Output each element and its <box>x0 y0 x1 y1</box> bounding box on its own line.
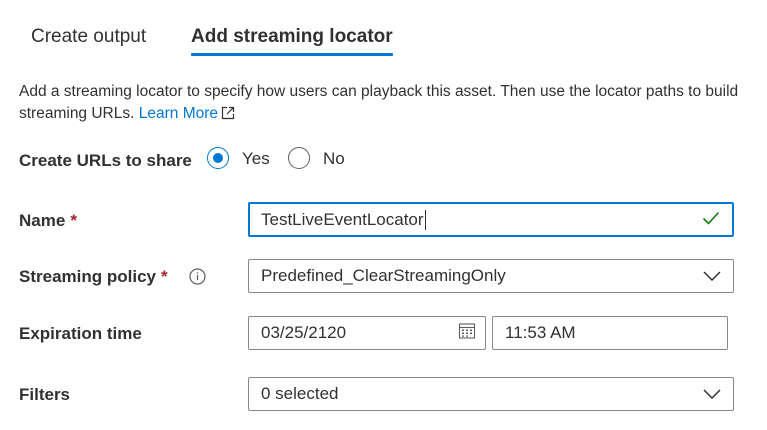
streaming-policy-value: Predefined_ClearStreamingOnly <box>261 266 506 285</box>
info-icon[interactable] <box>189 268 206 290</box>
external-link-icon <box>221 105 235 127</box>
create-urls-label: Create URLs to share <box>19 151 192 170</box>
description: Add a streaming locator to specify how u… <box>19 81 739 127</box>
radio-yes[interactable] <box>207 147 229 169</box>
required-marker: * <box>160 267 168 286</box>
expiration-date-input[interactable]: 03/25/2120 <box>248 316 486 350</box>
name-input[interactable]: TestLiveEventLocator <box>248 202 734 237</box>
chevron-down-icon <box>703 384 721 404</box>
filters-value: 0 selected <box>261 384 339 403</box>
text-caret <box>424 209 426 230</box>
tab-create-output[interactable]: Create output <box>31 24 146 54</box>
radio-no-label[interactable]: No <box>323 149 345 169</box>
expiration-time-input[interactable]: 11:53 AM <box>492 316 728 350</box>
filters-dropdown[interactable]: 0 selected <box>248 377 734 411</box>
description-text: Add a streaming locator to specify how u… <box>19 83 739 122</box>
name-label: Name * <box>19 211 77 230</box>
radio-yes-label[interactable]: Yes <box>242 149 270 169</box>
name-input-value: TestLiveEventLocator <box>261 209 424 229</box>
expiration-time-value: 11:53 AM <box>505 323 576 342</box>
learn-more-link[interactable]: Learn More <box>139 105 235 122</box>
calendar-icon[interactable] <box>458 322 476 345</box>
filters-label: Filters <box>19 385 71 404</box>
streaming-policy-dropdown[interactable]: Predefined_ClearStreamingOnly <box>248 259 734 293</box>
radio-no[interactable] <box>288 147 310 169</box>
expiration-date-value: 03/25/2120 <box>261 323 347 342</box>
checkmark-icon <box>702 210 720 230</box>
streaming-policy-label: Streaming policy * <box>19 267 168 286</box>
tab-add-streaming-locator[interactable]: Add streaming locator <box>191 24 393 56</box>
expiration-time-label: Expiration time <box>19 324 142 343</box>
chevron-down-icon <box>703 266 721 286</box>
required-marker: * <box>70 211 77 230</box>
